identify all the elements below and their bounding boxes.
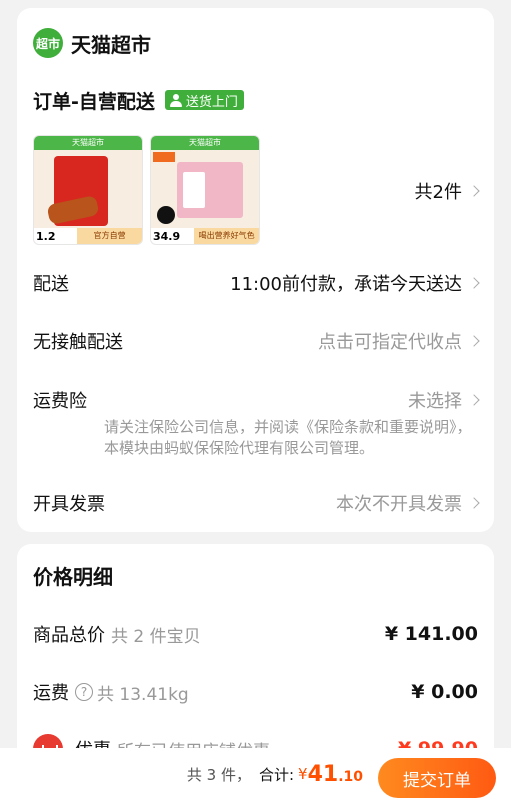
submit-order-button[interactable]: 提交订单 (378, 758, 496, 798)
product-footer: 34.9 喝出营养好气色 (151, 228, 259, 244)
tmall-cat-icon (157, 206, 175, 224)
summary-total-label: 合计: (258, 765, 295, 784)
shipping-label: 运费 (33, 683, 69, 704)
summary-currency: ¥ (298, 765, 308, 783)
chevron-right-icon (468, 335, 480, 347)
chevron-right-icon (468, 497, 480, 509)
order-summary: 共 3 件， 合计: ¥ 41 .10 (187, 748, 363, 800)
contactless-row[interactable]: 无接触配送 点击可指定代收点 (33, 326, 480, 356)
shipping-value: ¥ 0.00 (411, 681, 478, 703)
delivery-badge: 送货上门 (164, 90, 244, 110)
product-thumbnail-1[interactable]: 天猫超市 1.2 官方自营 (33, 135, 143, 245)
delivery-badge-label: 送货上门 (185, 94, 238, 110)
summary-count: 共 3 件， (186, 765, 251, 784)
shipping-weight: 共 13.41kg (97, 684, 189, 705)
delivery-value-text: 11:00前付款，承诺今天送达 (230, 274, 462, 295)
product-footer: 1.2 官方自营 (34, 228, 142, 244)
product-image (54, 156, 108, 226)
shipping-row: 运费 ? 共 13.41kg ¥ 0.00 (33, 677, 478, 707)
goods-total-row: 商品总价 共 2 件宝贝 ¥ 141.00 (33, 619, 478, 649)
goods-total-value: ¥ 141.00 (384, 623, 478, 645)
contactless-value: 点击可指定代收点 (318, 328, 480, 354)
invoice-value-text: 本次不开具发票 (336, 494, 462, 515)
insurance-label: 运费险 (33, 391, 87, 412)
insurance-value-text: 未选择 (408, 391, 462, 412)
product-price: 34.9 (153, 229, 181, 243)
promo-sticker (153, 152, 175, 162)
shipping-label-group: 运费 ? 共 13.41kg (33, 679, 189, 705)
insurance-note: 请关注保险公司信息，并阅读《保险条款和重要说明》，本模块由蚂蚁保保险代理有限公司… (104, 418, 472, 457)
delivery-row[interactable]: 配送 11:00前付款，承诺今天送达 (33, 268, 480, 298)
invoice-row[interactable]: 开具发票 本次不开具发票 (33, 488, 480, 518)
price-detail-title: 价格明细 (33, 565, 113, 589)
order-type: 订单-自营配送 送货上门 (33, 86, 244, 114)
store-name: 天猫超市 (71, 32, 151, 57)
store-logo: 超市 (33, 28, 63, 58)
chevron-right-icon (468, 185, 480, 197)
store-header[interactable]: 超市 天猫超市 (33, 28, 151, 58)
help-icon[interactable]: ? (75, 683, 93, 701)
order-type-text: 订单-自营配送 (33, 90, 155, 113)
chevron-right-icon (468, 394, 480, 406)
summary-amount-integer: 41 (307, 761, 339, 787)
order-card: 超市 天猫超市 订单-自营配送 送货上门 天猫超市 1.2 官方自营 天猫超市 … (17, 8, 494, 532)
product-price: 1.2 (36, 229, 56, 243)
chevron-right-icon (468, 277, 480, 289)
product-thumbnail-2[interactable]: 天猫超市 34.9 喝出营养好气色 (150, 135, 260, 245)
delivery-value: 11:00前付款，承诺今天送达 (230, 270, 480, 296)
invoice-value: 本次不开具发票 (336, 490, 480, 516)
insurance-row[interactable]: 运费险 未选择 (33, 385, 480, 415)
product-tag: 喝出营养好气色 (194, 228, 259, 244)
product-banner: 天猫超市 (34, 136, 142, 150)
delivery-label: 配送 (33, 274, 69, 295)
invoice-label: 开具发票 (33, 494, 105, 515)
item-count-text: 共2件 (414, 182, 462, 203)
product-tag: 官方自营 (77, 228, 142, 244)
item-count-link[interactable]: 共2件 (414, 178, 480, 204)
goods-total-label-group: 商品总价 共 2 件宝贝 (33, 621, 201, 647)
checkout-bar: 共 3 件， 合计: ¥ 41 .10 提交订单 (0, 748, 511, 800)
contactless-value-text: 点击可指定代收点 (318, 332, 462, 353)
person-icon (169, 93, 183, 107)
insurance-value: 未选择 (408, 387, 480, 413)
goods-total-label: 商品总价 (33, 625, 105, 646)
summary-amount-decimal: .10 (338, 769, 363, 785)
goods-total-sub: 共 2 件宝贝 (111, 626, 201, 647)
product-image (177, 162, 243, 218)
product-banner: 天猫超市 (151, 136, 259, 150)
shipping-sub-group: ? 共 13.41kg (75, 680, 189, 705)
contactless-label: 无接触配送 (33, 332, 123, 353)
